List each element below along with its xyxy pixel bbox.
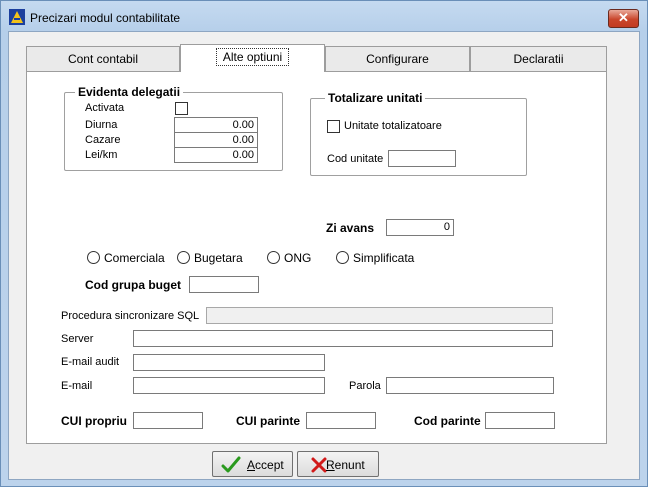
tab-label: Declaratii (513, 52, 564, 66)
tab-label: Configurare (366, 52, 429, 66)
accept-button[interactable]: Accept (212, 451, 293, 477)
sql-procedure-label: Procedura sincronizare SQL (61, 310, 200, 322)
radio-comerciala-label: Comerciala (104, 251, 165, 265)
checkmark-icon (221, 456, 241, 473)
parola-label: Parola (349, 380, 381, 392)
accept-label: Accept (247, 458, 284, 472)
cod-parinte-input[interactable] (485, 412, 555, 429)
cod-grupa-buget-input[interactable] (189, 276, 259, 293)
group-totalizare-unitati: Totalizare unitati Unitate totalizatoare… (310, 91, 527, 176)
radio-comerciala[interactable] (87, 251, 100, 264)
cod-grupa-buget-label: Cod grupa buget (85, 278, 181, 292)
parola-input[interactable] (386, 377, 554, 394)
dialog-window: Precizari modul contabilitate ✕ Cont con… (0, 0, 648, 487)
diurna-input[interactable]: 0.00 (174, 117, 258, 133)
cazare-input[interactable]: 0.00 (174, 132, 258, 148)
tab-panel-alte-optiuni: Evidenta delegatii Activata Diurna 0.00 … (26, 71, 607, 444)
radio-ong[interactable] (267, 251, 280, 264)
sql-procedure-input (206, 307, 553, 324)
server-label: Server (61, 333, 94, 345)
cod-unitate-label: Cod unitate (327, 153, 384, 165)
tab-cont-contabil[interactable]: Cont contabil (26, 46, 180, 71)
cui-propriu-input[interactable] (133, 412, 203, 429)
title-bar[interactable]: Precizari modul contabilitate ✕ (1, 1, 647, 31)
cod-unitate-input[interactable] (388, 150, 456, 167)
app-icon (9, 9, 25, 25)
renunt-label: Renunt (326, 458, 365, 472)
unitate-totalizatoare-checkbox[interactable] (327, 120, 340, 133)
tab-alte-optiuni[interactable]: Alte optiuni (180, 44, 325, 72)
radio-bugetara-label: Bugetara (194, 251, 243, 265)
renunt-button[interactable]: Renunt (297, 451, 379, 477)
group-evidenta-delegatii: Evidenta delegatii Activata Diurna 0.00 … (64, 85, 283, 171)
zi-avans-input[interactable]: 0 (386, 219, 454, 236)
group-legend: Totalizare unitati (325, 91, 426, 105)
tab-label: Alte optiuni (215, 48, 290, 66)
tab-label: Cont contabil (67, 52, 139, 66)
cui-parinte-label: CUI parinte (236, 414, 301, 428)
zi-avans-label: Zi avans (326, 221, 375, 235)
radio-simplificata[interactable] (336, 251, 349, 264)
close-icon: ✕ (618, 10, 629, 25)
close-button[interactable]: ✕ (608, 9, 639, 28)
leikm-label: Lei/km (85, 149, 118, 161)
email-label: E-mail (61, 380, 93, 392)
client-area: Cont contabil Alte optiuni Configurare D… (8, 31, 640, 480)
server-input[interactable] (133, 330, 553, 347)
radio-simplificata-label: Simplificata (353, 251, 415, 265)
activata-checkbox[interactable] (175, 102, 188, 115)
email-input[interactable] (133, 377, 325, 394)
email-audit-label: E-mail audit (61, 356, 120, 368)
cod-parinte-label: Cod parinte (414, 414, 481, 428)
radio-ong-label: ONG (284, 251, 312, 265)
cui-propriu-label: CUI propriu (61, 414, 127, 428)
radio-bugetara[interactable] (177, 251, 190, 264)
unitate-totalizatoare-label: Unitate totalizatoare (344, 120, 442, 132)
tab-declaratii[interactable]: Declaratii (470, 46, 607, 71)
window-title: Precizari modul contabilitate (30, 11, 181, 25)
leikm-input[interactable]: 0.00 (174, 147, 258, 163)
email-audit-input[interactable] (133, 354, 325, 371)
activata-label: Activata (85, 102, 125, 114)
group-legend: Evidenta delegatii (75, 85, 184, 99)
diurna-label: Diurna (85, 119, 118, 131)
tab-configurare[interactable]: Configurare (325, 46, 470, 71)
cazare-label: Cazare (85, 134, 121, 146)
cui-parinte-input[interactable] (306, 412, 376, 429)
